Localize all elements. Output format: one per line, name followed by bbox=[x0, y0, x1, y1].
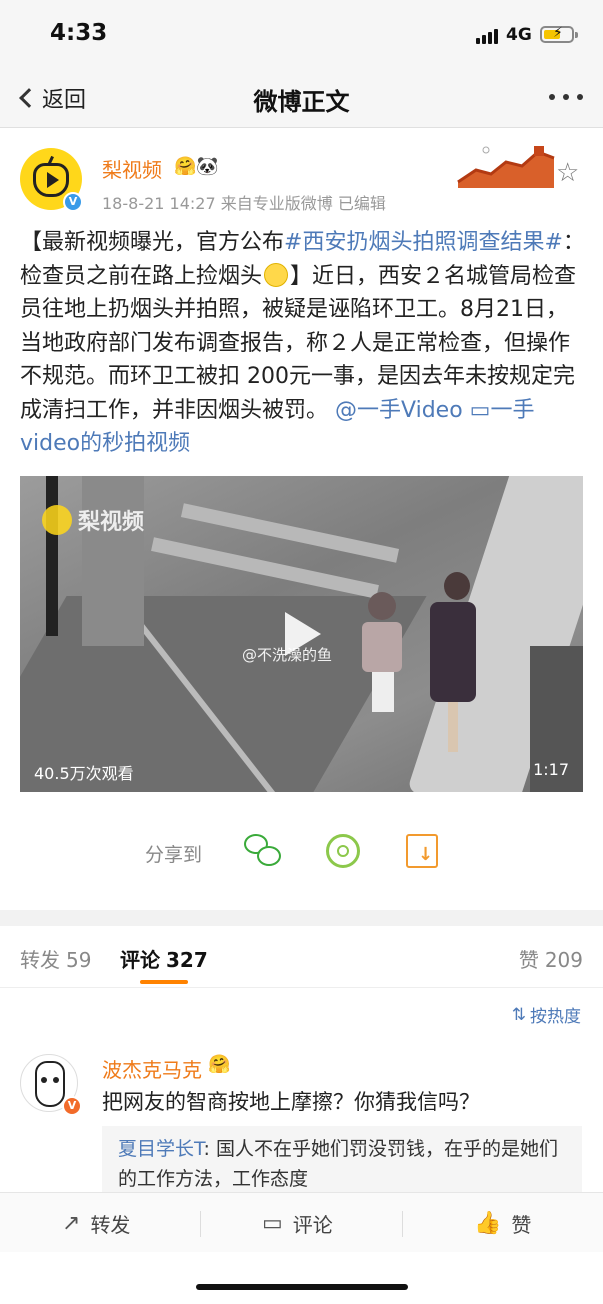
network-type: 4G bbox=[506, 25, 532, 45]
home-indicator[interactable] bbox=[196, 1284, 408, 1290]
wechat-icon[interactable] bbox=[244, 832, 284, 872]
tab-repost-count: 59 bbox=[66, 948, 92, 972]
repost-label: 转发 bbox=[90, 1213, 131, 1237]
reply-author[interactable]: 夏目学长T bbox=[118, 1138, 204, 1160]
share-row: 分享到 ↓ bbox=[0, 820, 603, 884]
comment-button[interactable]: ▭ 评论 bbox=[262, 1209, 333, 1238]
author-name[interactable]: 梨视频 bbox=[102, 154, 162, 183]
tab-comment[interactable]: 评论 327 bbox=[120, 944, 208, 973]
tab-repost-label: 转发 bbox=[20, 948, 60, 972]
post-author-header: V 梨视频 🤗🐼 18-8-21 14:27 来自专业版微博 已编辑 ☆ bbox=[0, 128, 603, 220]
signal-icon bbox=[476, 28, 498, 44]
great-wall-decoration-icon bbox=[457, 146, 555, 188]
comment-item: V 波杰克马克 🤗 把网友的智商按地上摩擦？你猜我信吗？ 夏目学长T: 国人不在… bbox=[0, 1044, 603, 1196]
thinking-emoji-icon bbox=[264, 262, 289, 287]
thumbs-up-icon: 👍 bbox=[474, 1211, 502, 1236]
like-label: 赞 bbox=[511, 1213, 532, 1237]
repost-icon: ↗ bbox=[62, 1211, 81, 1236]
bottom-action-bar: ↗ 转发 ▭ 评论 👍 赞 bbox=[0, 1192, 603, 1252]
sort-by-hot-button[interactable]: ⇅ 按热度 bbox=[511, 1002, 581, 1028]
nav-bar: 返回 微博正文 bbox=[0, 72, 603, 128]
tab-comment-count: 327 bbox=[166, 948, 208, 972]
tab-like-count: 209 bbox=[544, 948, 583, 972]
moments-icon[interactable] bbox=[324, 832, 364, 872]
video-logo-text: 梨视频 bbox=[78, 510, 145, 535]
favorite-star-icon[interactable]: ☆ bbox=[556, 158, 579, 188]
sort-icon: ⇅ bbox=[511, 1004, 526, 1025]
sort-label: 按热度 bbox=[530, 1007, 581, 1027]
mention-link[interactable]: @一手Video bbox=[335, 398, 463, 423]
tab-like[interactable]: 赞 209 bbox=[519, 944, 583, 973]
status-time: 4:33 bbox=[50, 20, 108, 46]
video-views: 40.5万次观看 bbox=[34, 764, 134, 783]
comment-label: 评论 bbox=[292, 1213, 333, 1237]
share-label: 分享到 bbox=[145, 844, 203, 866]
tab-like-label: 赞 bbox=[518, 948, 539, 972]
author-badges: 🤗🐼 bbox=[174, 156, 219, 177]
commenter-verified-icon: V bbox=[62, 1096, 82, 1116]
active-tab-indicator bbox=[140, 980, 188, 984]
verified-badge-icon: V bbox=[63, 192, 83, 212]
page-title: 微博正文 bbox=[253, 88, 350, 116]
repost-button[interactable]: ↗ 转发 bbox=[62, 1209, 130, 1238]
post-text-part1: 【最新视频曝光，官方公布 bbox=[20, 230, 285, 255]
video-duration: 1:17 bbox=[533, 760, 569, 779]
comment-reply[interactable]: 夏目学长T: 国人不在乎她们罚没罚钱，在乎的是她们的工作方法，工作态度 bbox=[102, 1126, 582, 1196]
like-button[interactable]: 👍 赞 bbox=[474, 1209, 531, 1238]
more-options-button[interactable] bbox=[549, 94, 583, 100]
battery-icon: ⚡ bbox=[540, 25, 578, 43]
comment-icon: ▭ bbox=[262, 1211, 283, 1236]
video-player[interactable]: 梨视频 @不洗澡的鱼 40.5万次观看 1:17 bbox=[20, 476, 583, 792]
post-text: 【最新视频曝光，官方公布#西安扔烟头拍照调查结果#：检查员之前在路上捡烟头 】近日… bbox=[20, 226, 586, 461]
interaction-tabs: 转发 59 评论 327 赞 209 bbox=[0, 926, 603, 988]
commenter-name[interactable]: 波杰克马克 bbox=[102, 1054, 202, 1083]
commenter-badge: 🤗 bbox=[208, 1054, 231, 1075]
save-image-icon[interactable]: ↓ bbox=[404, 832, 444, 872]
video-link-icon: ▭ bbox=[469, 397, 491, 423]
hashtag-link[interactable]: #西安扔烟头拍照调查结果# bbox=[284, 230, 563, 255]
tab-comment-label: 评论 bbox=[120, 948, 160, 972]
video-watermark: @不洗澡的鱼 bbox=[242, 646, 333, 664]
tab-repost[interactable]: 转发 59 bbox=[20, 944, 91, 973]
pear-logo-icon bbox=[42, 505, 72, 535]
comment-text: 把网友的智商按地上摩擦？你猜我信吗？ bbox=[102, 1090, 480, 1114]
post-meta: 18-8-21 14:27 来自专业版微博 已编辑 bbox=[102, 194, 386, 213]
section-divider bbox=[0, 910, 603, 926]
status-bar: 4:33 4G ⚡ bbox=[0, 0, 603, 72]
video-logo: 梨视频 bbox=[42, 504, 144, 536]
